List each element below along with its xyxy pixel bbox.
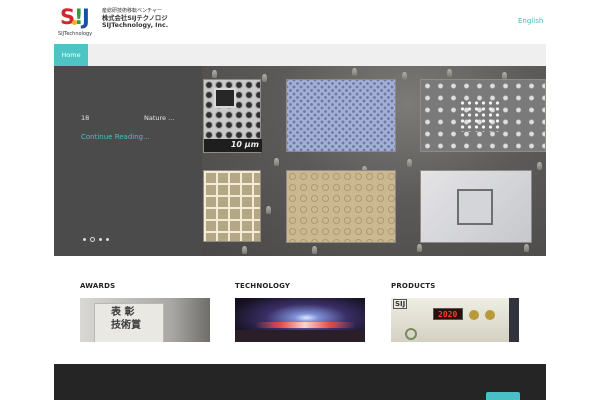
section-title-awards: AWARDS bbox=[80, 282, 116, 290]
company-name: 産総研技術移転ベンチャー 株式会社SIJテクノロジ SIJTechnology,… bbox=[102, 8, 168, 30]
footer-band bbox=[54, 364, 546, 400]
sem-scale-caption: 10 µm bbox=[230, 140, 259, 149]
pin-shape bbox=[447, 69, 452, 77]
sem-well bbox=[214, 88, 236, 108]
company-name-en: SIJTechnology, Inc. bbox=[102, 22, 169, 29]
image-tile-dots bbox=[286, 170, 396, 243]
slider-dot-2[interactable] bbox=[90, 237, 95, 242]
sem-caption-bar: 10 µm bbox=[204, 139, 262, 152]
company-tagline: 産総研技術移転ベンチャー bbox=[102, 8, 162, 14]
pin-shape bbox=[524, 244, 529, 252]
frame-square bbox=[457, 189, 493, 225]
hero-slider[interactable]: 18 Nature ... Continue Reading... 10 µm bbox=[54, 66, 546, 256]
product-logo: SIJ bbox=[393, 299, 408, 309]
machine-base bbox=[235, 330, 365, 342]
slider-dot-4[interactable] bbox=[106, 238, 109, 241]
pin-shape bbox=[352, 68, 357, 76]
product-fan bbox=[405, 328, 417, 340]
continue-reading-link[interactable]: Continue Reading... bbox=[81, 133, 150, 141]
company-logo[interactable]: S ! J SIJTechnology 産総研技術移転ベンチャー 株式会社SIJ… bbox=[58, 6, 168, 37]
image-tile-sem: 10 µm bbox=[203, 79, 262, 153]
main-nav: Home bbox=[54, 44, 546, 66]
logo-letter-j: J bbox=[82, 5, 90, 29]
slide-number: 18 bbox=[81, 114, 90, 122]
electrode-array bbox=[459, 100, 503, 132]
slide-title: Nature ... bbox=[144, 114, 175, 122]
pin-shape bbox=[407, 159, 412, 167]
products-image[interactable]: SIJ 2020 bbox=[391, 298, 519, 342]
award-plaque: 表 彰 技術賞 bbox=[94, 303, 164, 342]
pin-shape bbox=[312, 246, 317, 254]
pin-shape bbox=[262, 74, 267, 82]
language-link-english[interactable]: English bbox=[518, 17, 543, 25]
page: S ! J SIJTechnology 産総研技術移転ベンチャー 株式会社SIJ… bbox=[0, 0, 600, 400]
image-tile-electrodes bbox=[420, 79, 546, 152]
pin-shape bbox=[537, 162, 542, 170]
product-knob bbox=[485, 310, 495, 320]
image-tile-frame bbox=[420, 170, 532, 243]
image-tile-hex bbox=[286, 79, 396, 152]
sij-logo-mark: S ! J bbox=[58, 6, 98, 30]
pin-shape bbox=[417, 244, 422, 252]
logo-dot bbox=[72, 20, 77, 25]
pin-shape bbox=[274, 158, 279, 166]
image-tile-grid bbox=[203, 170, 261, 242]
laser-beam bbox=[255, 322, 355, 328]
pin-shape bbox=[242, 246, 247, 254]
section-title-products: PRODUCTS bbox=[391, 282, 436, 290]
slider-dot-1[interactable] bbox=[83, 238, 86, 241]
product-display: 2020 bbox=[433, 308, 463, 320]
pin-shape bbox=[402, 72, 407, 80]
technology-image[interactable] bbox=[235, 298, 365, 342]
slide-image: 10 µm bbox=[202, 66, 546, 256]
product-display-value: 2020 bbox=[438, 310, 458, 319]
back-to-top-button[interactable] bbox=[486, 392, 520, 400]
awards-image[interactable]: 表 彰 技術賞 bbox=[80, 298, 210, 342]
pin-shape bbox=[212, 70, 217, 78]
company-name-ja: 株式会社SIJテクノロジ bbox=[102, 14, 168, 22]
nav-item-home[interactable]: Home bbox=[54, 44, 88, 66]
product-knob bbox=[469, 310, 479, 320]
product-side-panel bbox=[509, 298, 519, 342]
slider-dot-3[interactable] bbox=[99, 238, 102, 241]
logo-subtitle: SIJTechnology bbox=[58, 31, 93, 37]
pin-shape bbox=[266, 206, 271, 214]
section-title-technology: TECHNOLOGY bbox=[235, 282, 291, 290]
award-plaque-text: 表 彰 技術賞 bbox=[111, 307, 141, 331]
